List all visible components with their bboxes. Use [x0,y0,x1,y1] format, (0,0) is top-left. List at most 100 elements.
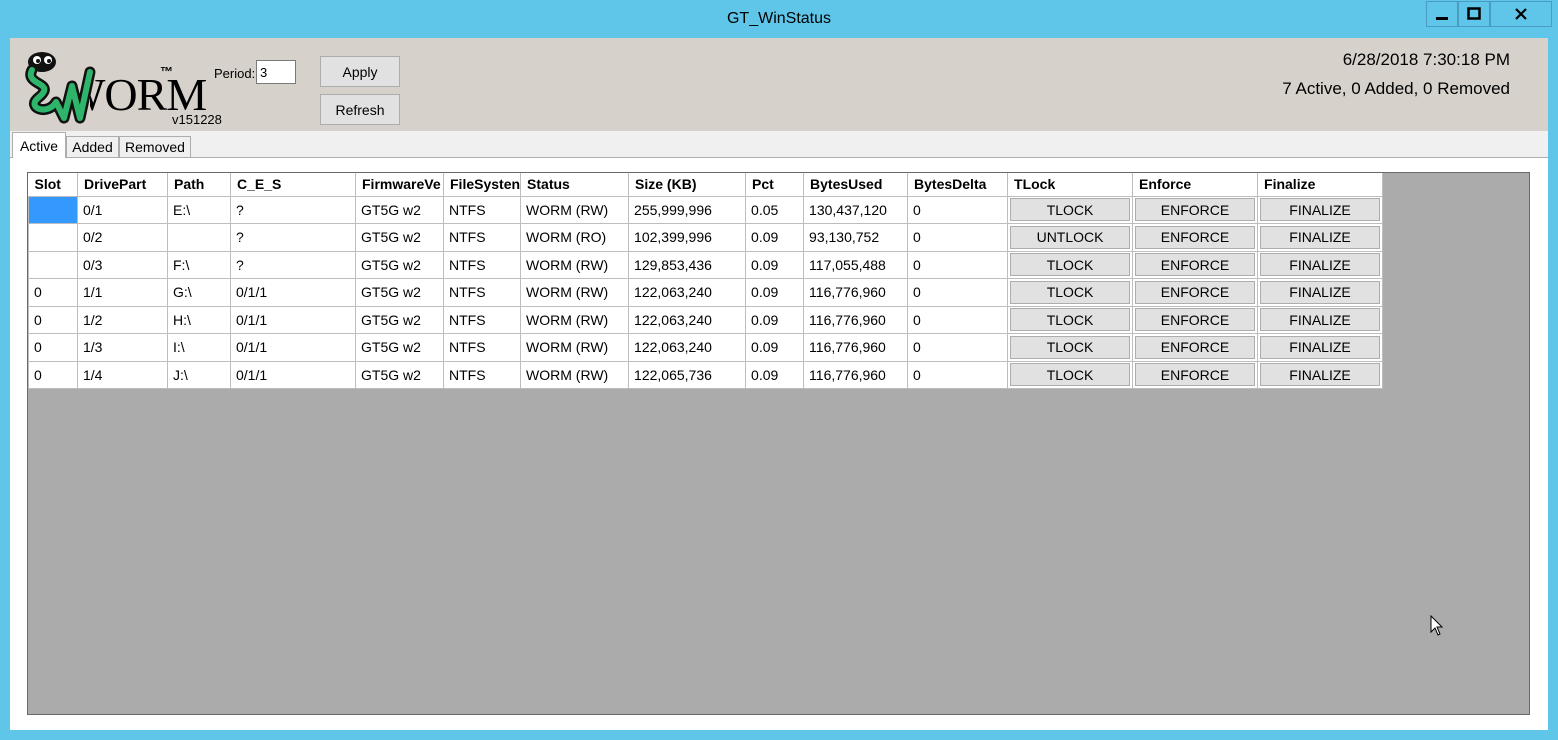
table-cell[interactable]: 0/1/1 [230,305,356,334]
table-row[interactable]: 0/1 E:\? GT5G w2 NTFS WORM (RW) 255,999,996 0.… [28,195,1384,224]
apply-button[interactable]: Apply [320,56,400,87]
table-cell[interactable]: H:\ [167,305,231,334]
button-cell[interactable]: TLOCK [1007,333,1134,362]
table-cell[interactable]: 0.09 [745,250,805,279]
enforce-button[interactable]: ENFORCE [1135,198,1256,222]
table-cell[interactable]: 0 [907,250,1009,279]
table-cell[interactable]: WORM (RW) [520,250,630,279]
table-cell[interactable]: NTFS [442,195,522,224]
table-cell[interactable]: GT5G w2 [355,278,444,307]
table-cell[interactable]: F:\ [167,250,231,279]
finalize-button[interactable]: FINALIZE [1260,363,1381,387]
button-cell[interactable]: FINALIZE [1257,333,1384,362]
table-cell[interactable]: GT5G w2 [355,360,444,389]
tab-removed[interactable]: Removed [119,136,191,157]
column-header[interactable]: Size (KB) [628,173,747,196]
table-cell[interactable]: 0/1 [77,195,168,224]
button-cell[interactable]: FINALIZE [1257,195,1384,224]
tlock-button[interactable]: TLOCK [1010,280,1131,304]
table-cell[interactable]: 93,130,752 [803,223,909,252]
table-cell[interactable]: 102,399,996 [628,223,747,252]
tlock-button[interactable]: TLOCK [1010,363,1131,387]
table-cell[interactable]: GT5G w2 [355,305,444,334]
enforce-button[interactable]: ENFORCE [1135,308,1256,332]
table-cell[interactable]: ? [230,223,356,252]
column-header[interactable]: Finalize [1257,173,1384,196]
button-cell[interactable]: FINALIZE [1257,278,1384,307]
table-cell[interactable]: NTFS [442,223,522,252]
column-header[interactable]: FirmwareVe [355,173,444,196]
finalize-button[interactable]: FINALIZE [1260,308,1381,332]
table-cell[interactable]: 116,776,960 [803,305,909,334]
table-cell[interactable]: 122,063,240 [628,333,747,362]
table-cell[interactable]: WORM (RO) [520,223,630,252]
table-cell[interactable]: WORM (RW) [520,278,630,307]
enforce-button[interactable]: ENFORCE [1135,335,1256,359]
button-cell[interactable]: TLOCK [1007,278,1134,307]
tlock-button[interactable]: TLOCK [1010,308,1131,332]
table-row[interactable]: 0/3 F:\? GT5G w2 NTFS WORM (RW) 129,853,436 0.… [28,250,1384,279]
button-cell[interactable]: ENFORCE [1132,360,1259,389]
table-cell[interactable]: I:\ [167,333,231,362]
table-cell[interactable] [28,223,78,252]
refresh-button[interactable]: Refresh [320,94,400,125]
table-cell[interactable]: 0/3 [77,250,168,279]
table-cell[interactable]: ? [230,195,356,224]
column-header[interactable]: Status [520,173,630,196]
table-cell[interactable]: 0.09 [745,223,805,252]
finalize-button[interactable]: FINALIZE [1260,280,1381,304]
table-cell[interactable]: 130,437,120 [803,195,909,224]
button-cell[interactable]: TLOCK [1007,195,1134,224]
table-cell[interactable]: 0 [28,305,78,334]
table-cell[interactable] [28,250,78,279]
table-cell[interactable]: NTFS [442,360,522,389]
table-cell[interactable]: 116,776,960 [803,333,909,362]
column-header[interactable]: BytesUsed [803,173,909,196]
enforce-button[interactable]: ENFORCE [1135,280,1256,304]
tlock-button[interactable]: TLOCK [1010,335,1131,359]
button-cell[interactable]: ENFORCE [1132,250,1259,279]
button-cell[interactable]: TLOCK [1007,250,1134,279]
table-cell[interactable]: 0/1/1 [230,360,356,389]
table-row[interactable]: 0 1/4 J:\ 0/1/1 GT5G w2 NTFS WORM (RW) 122,065,… [28,360,1384,389]
table-cell[interactable]: GT5G w2 [355,195,444,224]
maximize-button[interactable] [1458,1,1490,27]
table-cell[interactable]: 116,776,960 [803,278,909,307]
finalize-button[interactable]: FINALIZE [1260,225,1381,249]
table-cell[interactable]: NTFS [442,333,522,362]
enforce-button[interactable]: ENFORCE [1135,253,1256,277]
finalize-button[interactable]: FINALIZE [1260,198,1381,222]
table-cell[interactable]: 0 [907,223,1009,252]
table-cell[interactable]: GT5G w2 [355,223,444,252]
minimize-button[interactable] [1426,1,1458,27]
table-cell[interactable]: 0 [28,360,78,389]
table-cell[interactable]: 0 [907,195,1009,224]
table-cell[interactable]: 0.09 [745,333,805,362]
button-cell[interactable]: ENFORCE [1132,195,1259,224]
table-row[interactable]: 0 1/3 I:\ 0/1/1 GT5G w2 NTFS WORM (RW) 122,063,… [28,333,1384,362]
button-cell[interactable]: FINALIZE [1257,223,1384,252]
table-cell[interactable]: 0.09 [745,360,805,389]
table-cell[interactable]: 255,999,996 [628,195,747,224]
table-cell[interactable]: J:\ [167,360,231,389]
enforce-button[interactable]: ENFORCE [1135,363,1256,387]
table-cell[interactable]: 0/1/1 [230,278,356,307]
table-cell[interactable]: ? [230,250,356,279]
table-cell[interactable]: 0/2 [77,223,168,252]
table-cell[interactable]: WORM (RW) [520,305,630,334]
table-cell[interactable]: 1/3 [77,333,168,362]
button-cell[interactable]: ENFORCE [1132,223,1259,252]
tab-added[interactable]: Added [66,136,119,157]
finalize-button[interactable]: FINALIZE [1260,335,1381,359]
table-cell[interactable]: 1/1 [77,278,168,307]
table-row[interactable]: 0 1/1 G:\ 0/1/1 GT5G w2 NTFS WORM (RW) 122,063,… [28,278,1384,307]
table-cell[interactable]: NTFS [442,250,522,279]
table-row[interactable]: 0/2? GT5G w2 NTFS WORM (RO) 102,399,996 0.09 9… [28,223,1384,252]
button-cell[interactable]: UNTLOCK [1007,223,1134,252]
table-cell[interactable]: 1/2 [77,305,168,334]
close-button[interactable] [1490,1,1552,27]
table-cell[interactable] [167,223,231,252]
tlock-button[interactable]: TLOCK [1010,253,1131,277]
tab-active[interactable]: Active [12,132,66,158]
column-header[interactable]: C_E_S [230,173,356,196]
